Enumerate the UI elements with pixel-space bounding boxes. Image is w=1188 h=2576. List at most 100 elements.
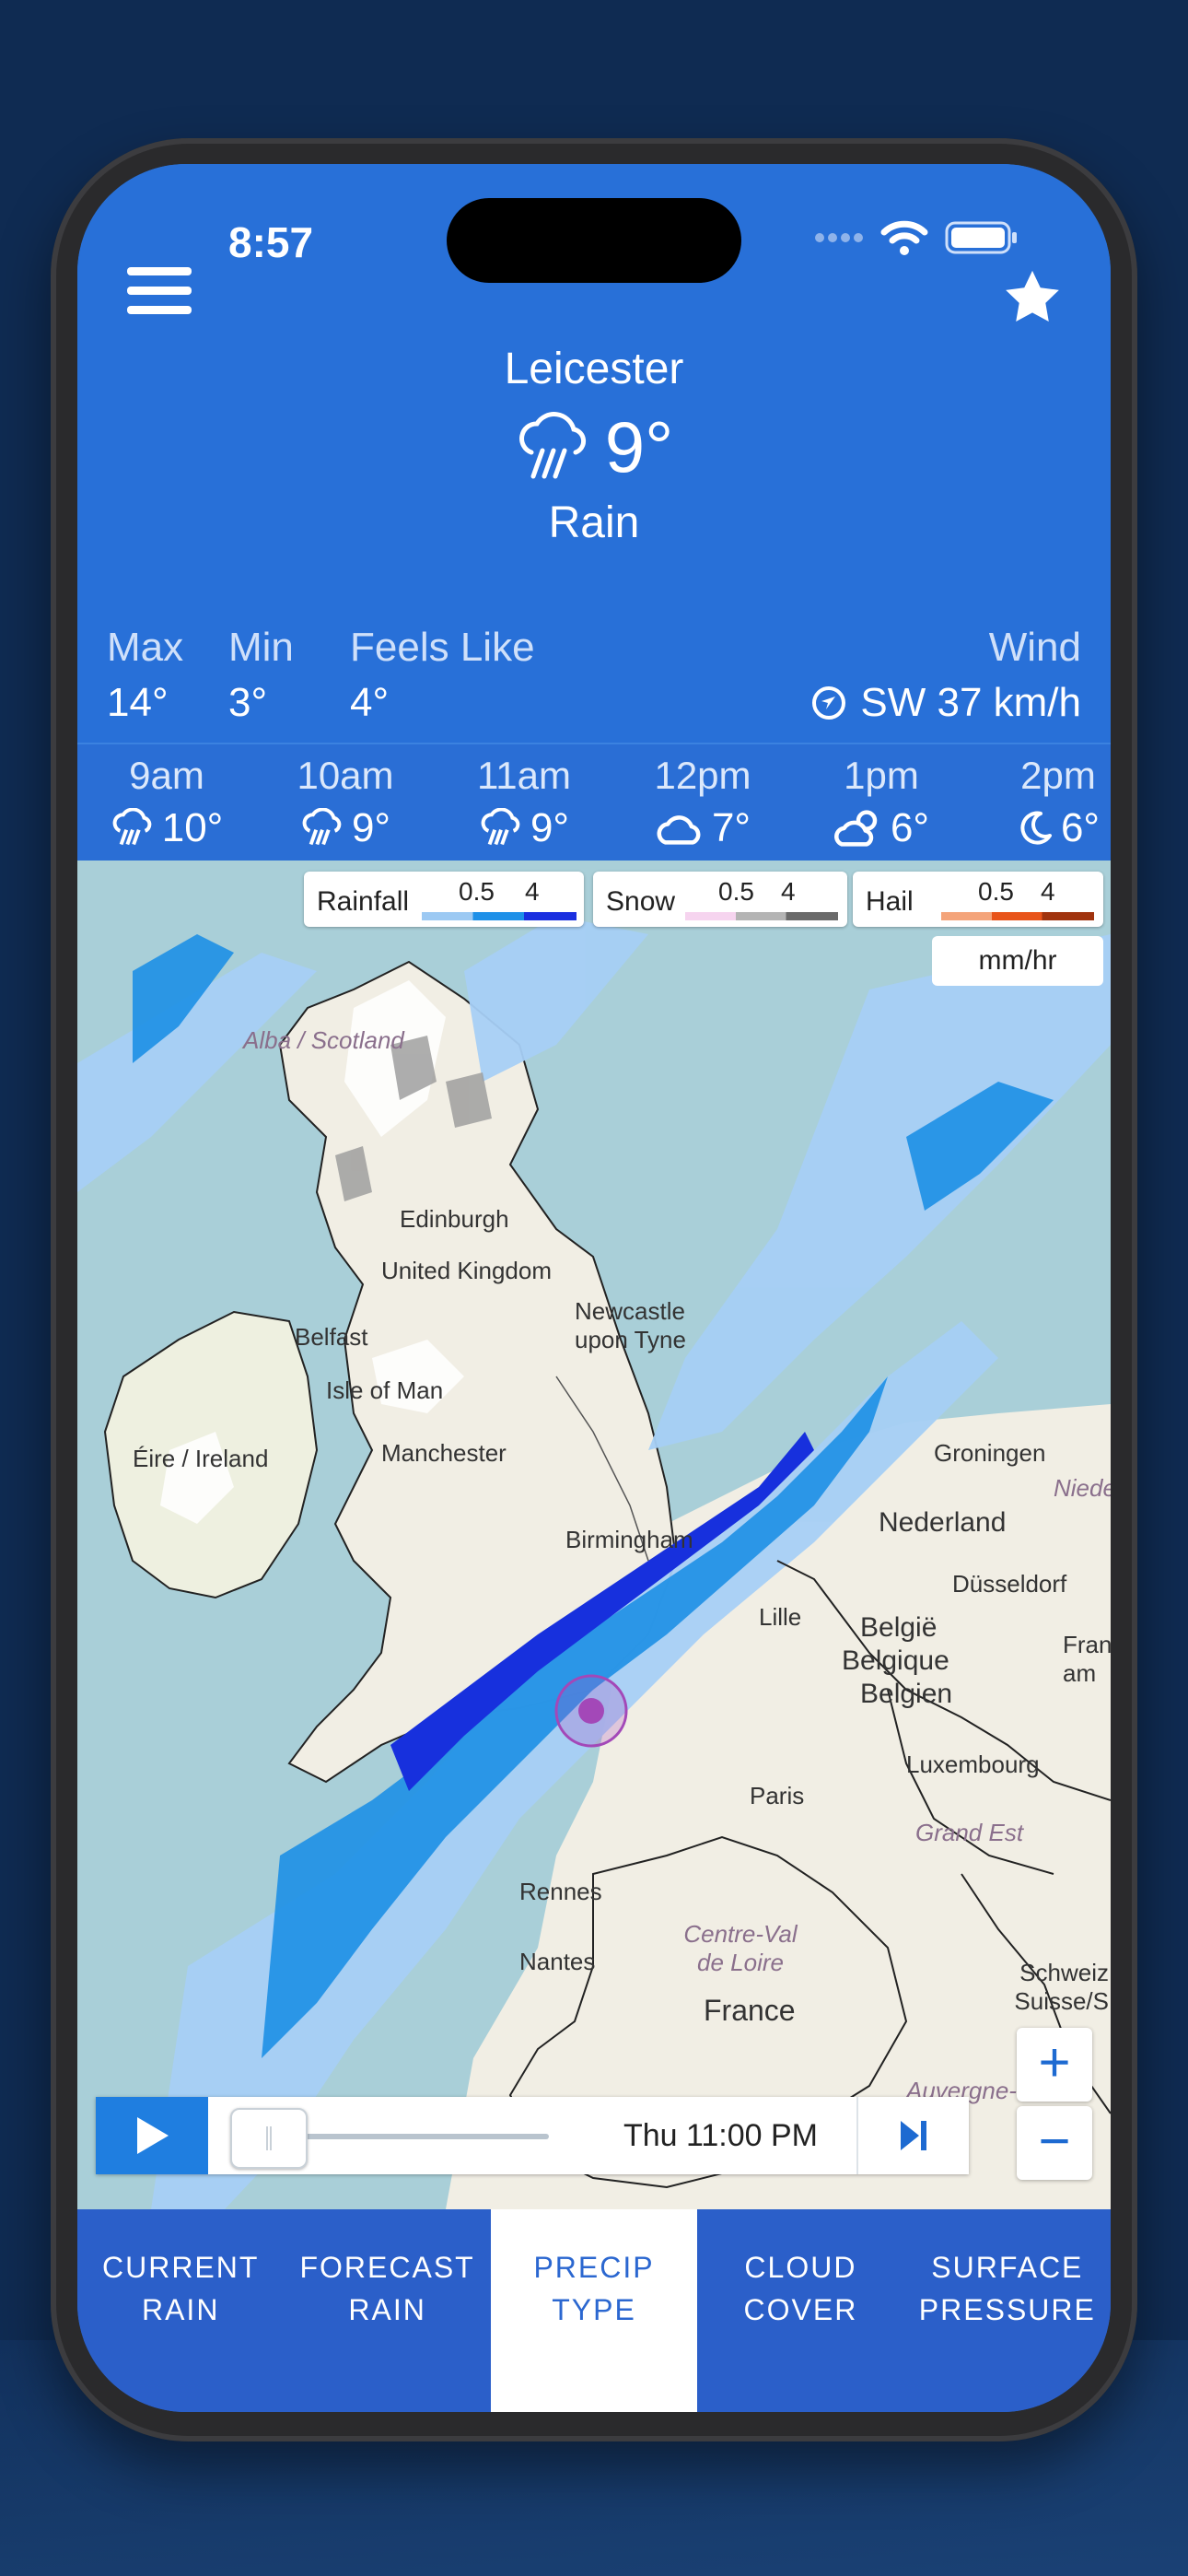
hour-item[interactable]: 9am 10°: [93, 754, 240, 851]
map-label-france: France: [704, 1994, 796, 2027]
playback-bar: Thu 11:00 PM: [96, 2097, 969, 2174]
legend-snow-label: Snow: [606, 886, 676, 917]
location-name: Leicester: [504, 345, 684, 393]
hour-temp: 9°: [530, 805, 570, 850]
unit-label: mm/hr: [932, 936, 1103, 986]
legend-hail: Hail 0.5 4: [853, 872, 1103, 927]
map-label-ireland: Éire / Ireland: [133, 1445, 269, 1472]
hour-time: 2pm: [1020, 754, 1096, 797]
map-label-paris: Paris: [750, 1782, 805, 1809]
map-label-belgie: België: [860, 1612, 938, 1643]
tab-forecast-rain[interactable]: FORECAST RAIN: [284, 2209, 490, 2412]
map-label-newcastle: Newcastle upon Tyne: [575, 1297, 686, 1353]
map-label-alba: Alba / Scotland: [243, 1026, 404, 1054]
phone-screen: 8:57 Leicester 9° Rain Max 14° Min 3° Fe…: [77, 164, 1111, 2412]
legend-rainfall-high: 4: [525, 877, 540, 906]
map-label-belgien: Belgien: [860, 1679, 953, 1709]
play-button[interactable]: [96, 2097, 208, 2174]
map-label-luxembourg: Luxembourg: [906, 1751, 1040, 1778]
stat-feels-like-value: 4°: [350, 680, 390, 725]
wind-value: SW 37 km/h: [860, 680, 1081, 725]
hour-temp: 7°: [711, 805, 751, 850]
hour-time: 12pm: [654, 754, 751, 797]
rain-icon: [518, 411, 586, 478]
legend-snow-low: 0.5: [718, 877, 754, 906]
rain-icon: [481, 808, 520, 846]
zoom-out-button[interactable]: −: [1017, 2106, 1092, 2180]
playback-time-label: Thu 11:00 PM: [623, 2117, 818, 2153]
legend-rainfall-label: Rainfall: [317, 886, 410, 917]
rain-icon: [302, 808, 342, 846]
hour-item[interactable]: 11am 9°: [450, 754, 598, 851]
stat-min-value: 3°: [228, 680, 268, 725]
play-icon: [137, 2117, 169, 2154]
wind-value-row: SW 37 km/h: [810, 680, 1081, 726]
map-label-edinburgh: Edinburgh: [400, 1205, 509, 1233]
skip-forward-icon: [901, 2121, 926, 2150]
timeline-slider[interactable]: [208, 2097, 577, 2174]
map-label-isle-of-man: Isle of Man: [326, 1376, 444, 1404]
hour-temp: 9°: [351, 805, 391, 850]
current-condition: Rain: [548, 498, 640, 547]
legend-snow-high: 4: [781, 877, 796, 906]
tab-label-line2: PRESSURE: [918, 2293, 1096, 2326]
hour-temp: 6°: [890, 805, 930, 850]
slider-thumb[interactable]: [230, 2108, 308, 2169]
map-label-rennes: Rennes: [519, 1878, 602, 1905]
battery-icon: [945, 221, 1017, 254]
status-icons: [814, 219, 1019, 256]
partly-cloudy-icon: [834, 810, 878, 847]
wind-direction-icon: [812, 686, 846, 720]
tab-label-line1: FORECAST: [299, 2251, 475, 2284]
zoom-in-button[interactable]: +: [1017, 2028, 1092, 2102]
dynamic-island: [447, 198, 741, 283]
map-label-manchester: Manchester: [381, 1439, 507, 1467]
legend-hail-high: 4: [1041, 877, 1055, 906]
legend-hail-bar: [941, 912, 1094, 920]
hour-time: 9am: [129, 754, 204, 797]
hour-item[interactable]: 2pm 6°: [984, 754, 1111, 851]
cloud-icon: [657, 815, 701, 845]
hour-time: 11am: [477, 754, 571, 797]
signal-icon: [815, 233, 863, 242]
favorite-star-icon[interactable]: [1000, 265, 1065, 330]
wifi-icon: [880, 220, 928, 255]
tab-cloud-cover[interactable]: CLOUD COVER: [697, 2209, 903, 2412]
map-label-grand-est: Grand Est: [915, 1819, 1024, 1846]
map-label-nederland: Nederland: [879, 1507, 1007, 1538]
tab-label-line1: CLOUD: [744, 2251, 857, 2284]
map-label-niedersachsen: Nieder: [1054, 1474, 1111, 1502]
legend-hail-low: 0.5: [978, 877, 1014, 906]
stat-min-label: Min: [228, 625, 294, 670]
tab-label-line1: CURRENT: [101, 2251, 260, 2284]
hour-item[interactable]: 10am 9°: [272, 754, 419, 851]
tab-surface-pressure[interactable]: SURFACE PRESSURE: [904, 2209, 1111, 2412]
map-label-centre-val-de-loire: Centre-Val de Loire: [683, 1920, 798, 1976]
hour-item[interactable]: 1pm 6°: [808, 754, 955, 851]
stat-feels-like-label: Feels Like: [350, 625, 535, 670]
rain-icon: [112, 808, 152, 846]
location-marker-icon: [554, 1674, 628, 1748]
tab-precip-type[interactable]: PRECIP TYPE: [490, 2209, 698, 2412]
legend-hail-label: Hail: [866, 886, 914, 917]
radar-map[interactable]: Rainfall 0.5 4 Snow 0.5 4 Hail 0.5 4 mm/…: [77, 861, 1111, 2209]
stat-max: Max 14°: [107, 625, 183, 726]
map-label-groningen: Groningen: [934, 1439, 1046, 1467]
map-label-united-kingdom: United Kingdom: [381, 1257, 552, 1284]
hourly-forecast[interactable]: 9am 10° 10am 9° 11am 9° 12pm 7° 1pm 6° 2…: [77, 743, 1111, 862]
hour-item[interactable]: 12pm 7°: [629, 754, 776, 851]
legend-snow-bar: [685, 912, 838, 920]
hour-temp: 6°: [1060, 805, 1101, 850]
map-label-nantes: Nantes: [519, 1948, 596, 1975]
legend-rainfall-low: 0.5: [459, 877, 495, 906]
stat-min: Min 3°: [228, 625, 294, 726]
hamburger-menu-icon[interactable]: [127, 267, 192, 322]
map-label-birmingham: Birmingham: [565, 1526, 693, 1553]
tab-label-line2: RAIN: [141, 2293, 220, 2326]
skip-to-end-button[interactable]: [856, 2097, 969, 2174]
tab-current-rain[interactable]: CURRENT RAIN: [77, 2209, 284, 2412]
map-layer-tabs: CURRENT RAIN FORECAST RAIN PRECIP TYPE C…: [77, 2209, 1111, 2412]
map-label-belfast: Belfast: [295, 1323, 368, 1351]
stat-max-value: 14°: [107, 680, 169, 725]
map-label-frankfurt: Frankfurt am: [1063, 1631, 1111, 1687]
